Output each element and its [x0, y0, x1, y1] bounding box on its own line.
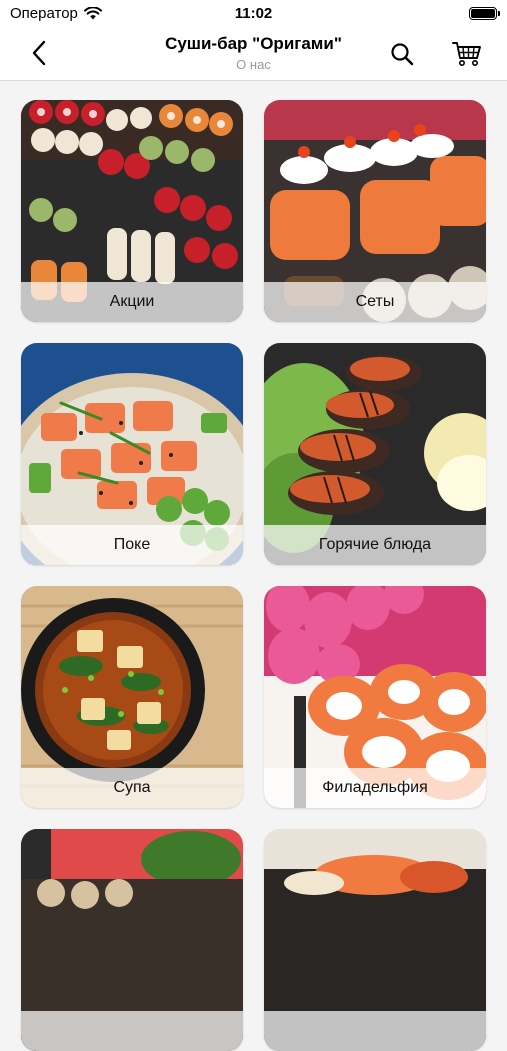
category-card-promotions[interactable]: Акции — [21, 100, 243, 322]
category-card-poke[interactable]: Поке — [21, 343, 243, 565]
category-card-soups[interactable]: Супа — [21, 586, 243, 808]
status-bar: Оператор 11:02 — [0, 0, 507, 28]
category-card-7[interactable] — [21, 829, 243, 1051]
search-icon — [391, 43, 414, 66]
page-title: Суши-бар "Оригами" — [165, 34, 342, 53]
category-grid: Акции Сеты Поке Горячие блюда Супа Филад… — [0, 81, 507, 1051]
category-label: Горячие блюда — [264, 525, 486, 565]
category-card-philadelphia[interactable]: Филадельфия — [264, 586, 486, 808]
nav-bar: Суши-бар "Оригами" О нас — [0, 28, 507, 81]
status-time: 11:02 — [234, 5, 273, 22]
category-label — [21, 1011, 243, 1051]
cart-icon — [452, 42, 481, 66]
category-card-hot-dishes[interactable]: Горячие блюда — [264, 343, 486, 565]
category-label: Супа — [21, 768, 243, 808]
category-label: Акции — [21, 282, 243, 322]
search-button[interactable] — [386, 38, 418, 70]
cart-button[interactable] — [449, 37, 485, 71]
category-label: Сеты — [264, 282, 486, 322]
battery-icon — [469, 7, 500, 20]
category-label — [264, 1011, 486, 1051]
page-subtitle[interactable]: О нас — [0, 57, 507, 72]
category-label: Филадельфия — [264, 768, 486, 808]
category-card-8[interactable] — [264, 829, 486, 1051]
category-card-sets[interactable]: Сеты — [264, 100, 486, 322]
category-label: Поке — [21, 525, 243, 565]
